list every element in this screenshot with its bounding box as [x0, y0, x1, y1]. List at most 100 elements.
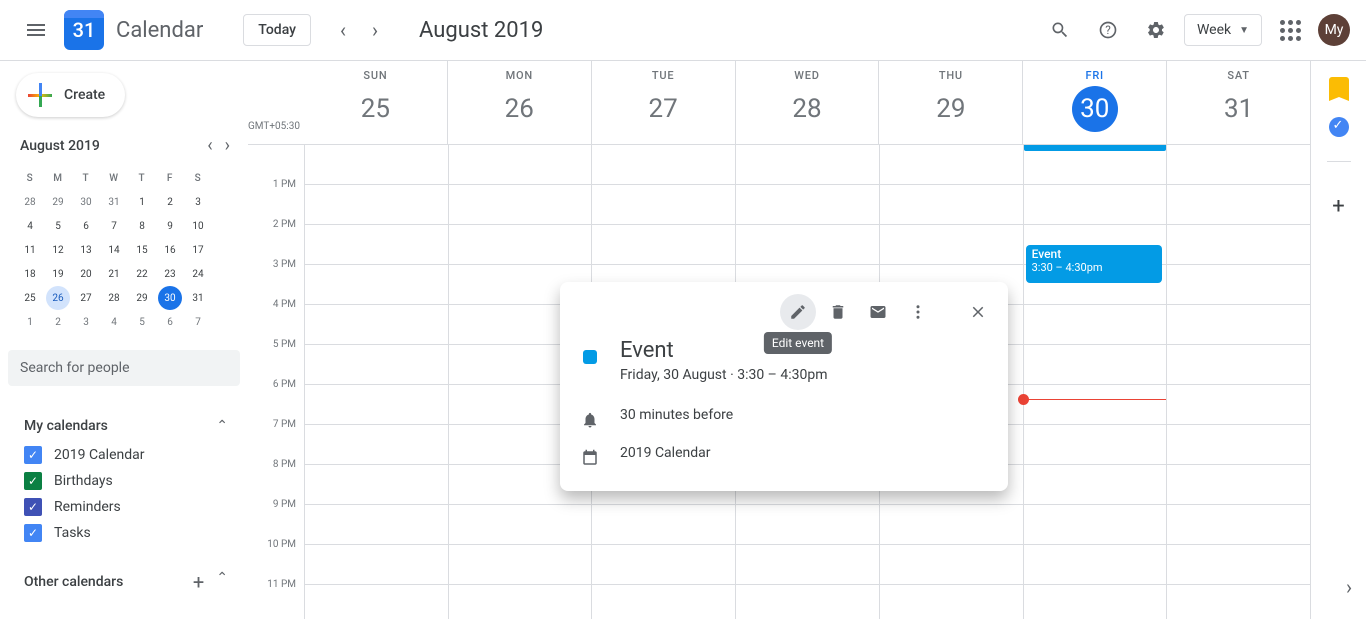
mini-day[interactable]: 5 — [128, 310, 156, 334]
calendar-item[interactable]: Birthdays — [12, 468, 236, 494]
day-column[interactable] — [304, 145, 448, 619]
mini-day[interactable]: 16 — [156, 238, 184, 262]
all-day-event[interactable] — [1024, 145, 1167, 151]
mini-dow: F — [156, 166, 184, 190]
hour-label: 1 PM — [248, 179, 304, 219]
settings-button[interactable] — [1136, 10, 1176, 50]
add-calendar-button[interactable]: + — [193, 570, 204, 594]
calendar-item[interactable]: Tasks — [12, 520, 236, 546]
mini-day[interactable]: 28 — [100, 286, 128, 310]
calendar-checkbox[interactable] — [24, 446, 42, 464]
mini-day[interactable]: 8 — [128, 214, 156, 238]
email-guests-button[interactable] — [860, 294, 896, 330]
day-header[interactable]: THU29 — [878, 61, 1022, 144]
view-selector[interactable]: Week ▼ — [1184, 14, 1262, 46]
mini-day[interactable]: 30 — [72, 190, 100, 214]
day-header[interactable]: MON26 — [447, 61, 591, 144]
mini-day[interactable]: 3 — [184, 190, 212, 214]
mini-day[interactable]: 12 — [44, 238, 72, 262]
my-calendars-toggle[interactable]: My calendars ⌃ — [12, 410, 236, 442]
delete-event-button[interactable] — [820, 294, 856, 330]
other-calendars-toggle[interactable]: Other calendars + ⌃ — [12, 562, 236, 602]
mini-day[interactable]: 20 — [72, 262, 100, 286]
mini-day[interactable]: 31 — [100, 190, 128, 214]
calendar-checkbox[interactable] — [24, 472, 42, 490]
mini-day[interactable]: 15 — [128, 238, 156, 262]
calendar-item[interactable]: 2019 Calendar — [12, 442, 236, 468]
mini-day[interactable]: 10 — [184, 214, 212, 238]
mini-day[interactable]: 22 — [128, 262, 156, 286]
mini-day[interactable]: 27 — [72, 286, 100, 310]
calendar-item[interactable]: Reminders — [12, 494, 236, 520]
day-header[interactable]: WED28 — [735, 61, 879, 144]
tasks-icon[interactable] — [1329, 117, 1349, 137]
mini-day[interactable]: 4 — [100, 310, 128, 334]
mini-day[interactable]: 5 — [44, 214, 72, 238]
search-button[interactable] — [1040, 10, 1080, 50]
current-month: August 2019 — [419, 18, 543, 43]
mini-day[interactable]: 17 — [184, 238, 212, 262]
trash-icon — [829, 303, 847, 321]
main-menu-button[interactable] — [16, 10, 56, 50]
mini-day[interactable]: 25 — [16, 286, 44, 310]
get-addons-button[interactable]: + — [1319, 186, 1359, 226]
mini-next-month[interactable]: › — [223, 133, 232, 158]
day-column[interactable] — [1166, 145, 1310, 619]
hide-side-panel[interactable]: › — [1346, 575, 1352, 599]
mini-day[interactable]: 3 — [72, 310, 100, 334]
mini-day[interactable]: 29 — [128, 286, 156, 310]
keep-icon[interactable] — [1329, 77, 1349, 97]
close-popover-button[interactable] — [960, 294, 996, 330]
mini-day[interactable]: 2 — [156, 190, 184, 214]
day-header[interactable]: TUE27 — [591, 61, 735, 144]
day-column[interactable]: Event3:30 – 4:30pm — [1023, 145, 1167, 619]
mini-day[interactable]: 28 — [16, 190, 44, 214]
help-button[interactable]: ? — [1088, 10, 1128, 50]
mini-day[interactable]: 6 — [72, 214, 100, 238]
mini-day[interactable]: 11 — [16, 238, 44, 262]
mini-day[interactable]: 2 — [44, 310, 72, 334]
mini-day[interactable]: 24 — [184, 262, 212, 286]
mini-prev-month[interactable]: ‹ — [205, 133, 214, 158]
hour-label: 8 PM — [248, 459, 304, 499]
mini-day[interactable]: 6 — [156, 310, 184, 334]
mini-day[interactable]: 1 — [16, 310, 44, 334]
mini-day[interactable]: 30 — [158, 286, 182, 310]
mini-day[interactable]: 13 — [72, 238, 100, 262]
event-block[interactable]: Event3:30 – 4:30pm — [1026, 245, 1163, 283]
hour-label: 9 PM — [248, 499, 304, 539]
calendar-checkbox[interactable] — [24, 498, 42, 516]
mini-day[interactable]: 9 — [156, 214, 184, 238]
day-header[interactable]: SUN25 — [304, 61, 447, 144]
day-header[interactable]: SAT31 — [1166, 61, 1310, 144]
mini-day[interactable]: 7 — [100, 214, 128, 238]
mini-day[interactable]: 26 — [46, 286, 70, 310]
mini-day[interactable]: 21 — [100, 262, 128, 286]
mini-calendar: SMTWTFS282930311234567891011121314151617… — [8, 166, 240, 334]
hour-label: 6 PM — [248, 379, 304, 419]
svg-text:?: ? — [1105, 23, 1111, 37]
hour-label: 3 PM — [248, 259, 304, 299]
next-week-button[interactable]: › — [359, 14, 391, 46]
mini-day[interactable]: 31 — [184, 286, 212, 310]
create-button[interactable]: Create — [16, 73, 125, 117]
today-button[interactable]: Today — [243, 14, 311, 46]
google-apps-button[interactable] — [1270, 10, 1310, 50]
calendar-checkbox[interactable] — [24, 524, 42, 542]
mini-day[interactable]: 19 — [44, 262, 72, 286]
mini-day[interactable]: 18 — [16, 262, 44, 286]
prev-week-button[interactable]: ‹ — [327, 14, 359, 46]
popover-reminder: 30 minutes before — [620, 407, 733, 423]
mini-day[interactable]: 4 — [16, 214, 44, 238]
mini-day[interactable]: 7 — [184, 310, 212, 334]
day-header[interactable]: FRI30 — [1022, 61, 1166, 144]
mini-day[interactable]: 14 — [100, 238, 128, 262]
edit-event-button[interactable]: Edit event — [780, 294, 816, 330]
search-people-input[interactable]: Search for people — [8, 350, 240, 386]
account-avatar[interactable]: My — [1318, 14, 1350, 46]
chevron-up-icon: ⌃ — [216, 418, 228, 434]
mini-day[interactable]: 29 — [44, 190, 72, 214]
mini-day[interactable]: 23 — [156, 262, 184, 286]
options-button[interactable] — [900, 294, 936, 330]
mini-day[interactable]: 1 — [128, 190, 156, 214]
